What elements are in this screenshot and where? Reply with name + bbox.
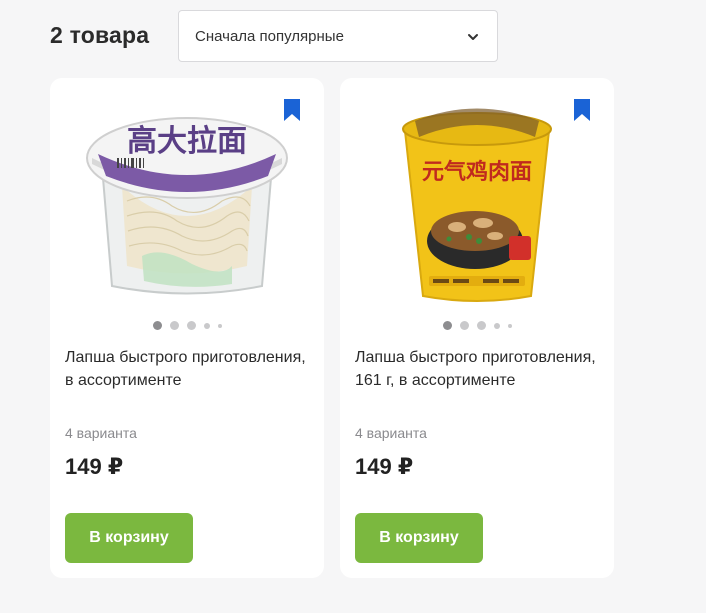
noodle-cup-yellow-image: 元气鸡肉面 [402, 108, 552, 302]
add-to-cart-button[interactable]: В корзину [65, 513, 193, 563]
product-title[interactable]: Лапша быстрого приготовления, 161 г, в а… [355, 346, 600, 392]
sort-selected-label: Сначала популярные [195, 27, 344, 45]
product-price: 149 ₽ [355, 454, 414, 479]
carousel-dot[interactable] [476, 321, 486, 330]
carousel-dot[interactable] [203, 322, 210, 329]
product-image[interactable]: 元气鸡肉面 [340, 86, 614, 316]
carousel-dot[interactable] [217, 323, 222, 328]
product-variants: 4 варианта [65, 425, 137, 441]
carousel-dot[interactable] [186, 321, 196, 330]
product-image[interactable]: 高大拉面 [50, 86, 324, 316]
carousel-dot[interactable] [507, 323, 512, 328]
package-label: 高大拉面 [127, 124, 247, 159]
add-to-cart-button[interactable]: В корзину [355, 513, 483, 563]
image-carousel-dots[interactable] [340, 321, 614, 330]
product-price: 149 ₽ [65, 454, 124, 479]
carousel-dot[interactable] [152, 321, 162, 330]
image-carousel-dots[interactable] [50, 321, 324, 330]
product-title[interactable]: Лапша быстрого приготовления, в ассортим… [65, 346, 310, 392]
product-listing: 2 товара Сначала популярные 高大拉面 Лапша б… [0, 0, 706, 613]
carousel-dot[interactable] [169, 321, 179, 330]
product-variants: 4 варианта [355, 425, 427, 441]
carousel-dot[interactable] [493, 322, 500, 329]
product-card[interactable]: 元气鸡肉面 Лапша быстрого приготовления, 161 … [340, 78, 614, 578]
product-count: 2 товара [50, 22, 150, 48]
noodle-cup-clear-image: 高大拉面 [86, 117, 288, 295]
sort-dropdown[interactable]: Сначала популярные [178, 10, 498, 62]
carousel-dot[interactable] [459, 321, 469, 330]
chevron-down-icon [468, 34, 478, 40]
carousel-dot[interactable] [442, 321, 452, 330]
product-card[interactable]: 高大拉面 Лапша быстрого приготовления, в асс… [50, 78, 324, 578]
package-label: 元气鸡肉面 [422, 159, 532, 185]
